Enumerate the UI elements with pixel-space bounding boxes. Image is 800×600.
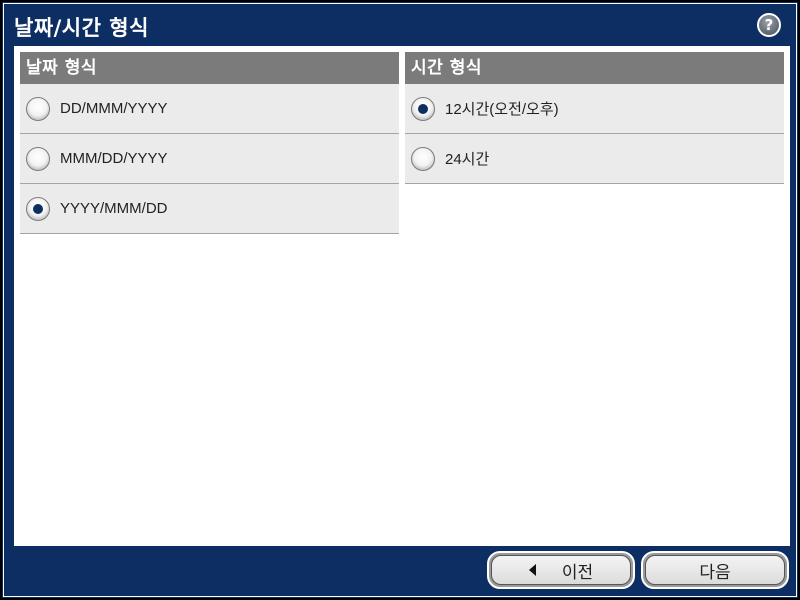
date-option-mmm-dd-yyyy[interactable]: MMM/DD/YYYY [20,134,399,184]
date-option-dd-mmm-yyyy[interactable]: DD/MMM/YYYY [20,84,399,134]
help-icon: ? [759,15,779,35]
previous-button[interactable]: 이전 [487,551,635,589]
radio-button[interactable] [26,96,50,121]
radio-button[interactable] [411,146,435,171]
time-format-header: 시간 형식 [405,52,784,84]
radio-button-selected[interactable] [411,96,435,121]
previous-button-face: 이전 [491,555,631,585]
next-button-label: 다음 [699,562,731,583]
next-button[interactable]: 다음 [641,551,789,589]
option-label: MMM/DD/YYYY [60,150,168,167]
content-area: 날짜 형식 DD/MMM/YYYY MMM/DD/YYYY YYYY/MMM/D… [14,46,790,546]
date-format-header: 날짜 형식 [20,52,399,84]
time-option-24h[interactable]: 24시간 [405,134,784,184]
option-label: 12시간(오전/오후) [445,101,559,118]
date-format-panel: 날짜 형식 DD/MMM/YYYY MMM/DD/YYYY YYYY/MMM/D… [20,52,399,234]
time-option-12h[interactable]: 12시간(오전/오후) [405,84,784,134]
radio-button-selected[interactable] [26,196,50,221]
option-label: 24시간 [445,151,490,168]
window-title: 날짜/시간 형식 [14,16,149,40]
next-button-face: 다음 [645,555,785,585]
dialog-window: 날짜/시간 형식 ? 날짜 형식 DD/MMM/YYYY MMM/DD/YYYY… [0,0,800,600]
date-option-yyyy-mmm-dd[interactable]: YYYY/MMM/DD [20,184,399,234]
time-format-panel: 시간 형식 12시간(오전/오후) 24시간 [405,52,784,184]
previous-button-label: 이전 [561,562,594,583]
option-label: DD/MMM/YYYY [60,100,168,117]
radio-button[interactable] [26,146,50,171]
help-button[interactable]: ? [757,13,781,37]
option-label: YYYY/MMM/DD [60,200,168,217]
arrow-left-icon [528,564,536,576]
